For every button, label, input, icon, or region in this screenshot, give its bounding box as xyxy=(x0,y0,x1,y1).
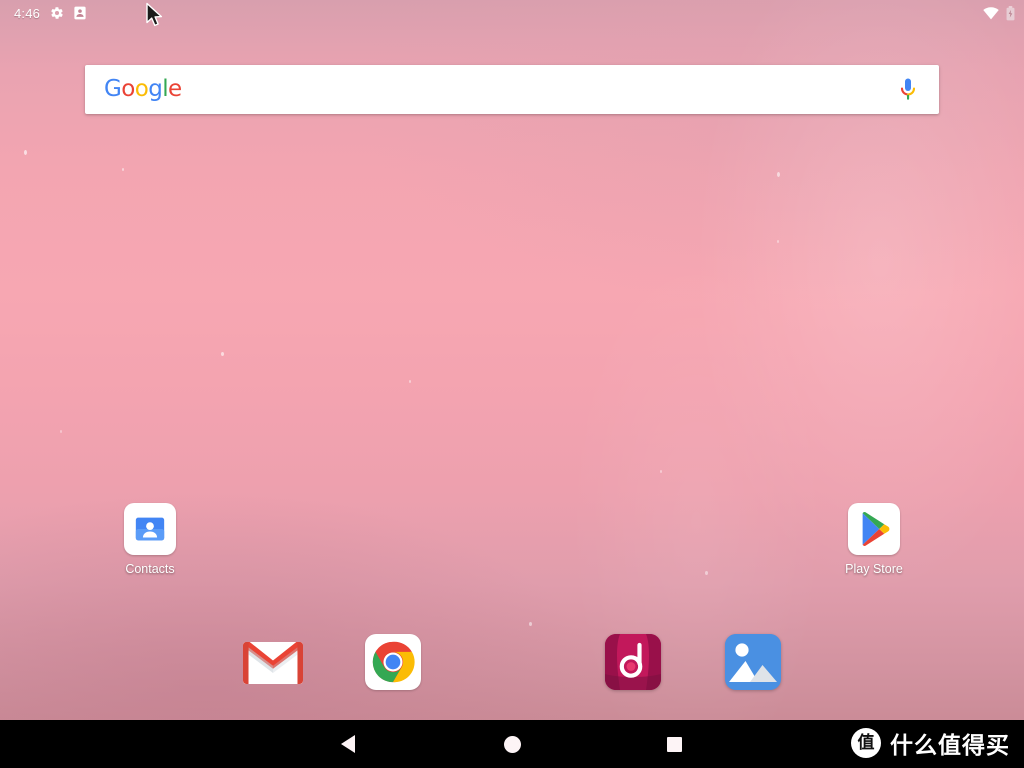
dock-item-gmail[interactable] xyxy=(239,628,307,696)
nav-recents-button[interactable] xyxy=(638,720,710,768)
dock-item-chrome[interactable] xyxy=(359,628,427,696)
status-bar-left: 4:46 xyxy=(14,6,86,21)
app-shortcut-label: Contacts xyxy=(125,562,175,576)
play-store-icon xyxy=(848,503,900,555)
nav-home-button[interactable] xyxy=(476,720,548,768)
app-notification-icon xyxy=(74,6,86,20)
google-logo: Google xyxy=(104,78,182,101)
recents-square-icon xyxy=(666,736,682,752)
dock-item-photos[interactable] xyxy=(719,628,787,696)
status-clock: 4:46 xyxy=(14,5,41,21)
dock-item-music[interactable] xyxy=(599,628,667,696)
google-logo-letter: o xyxy=(121,76,135,102)
status-bar-right xyxy=(983,5,1015,21)
nav-back-button[interactable] xyxy=(312,720,384,768)
google-logo-letter: e xyxy=(168,76,182,102)
chrome-icon xyxy=(365,634,421,690)
battery-icon xyxy=(1006,5,1015,21)
google-search-bar[interactable]: Google xyxy=(85,65,939,114)
android-home-screen: 4:46 G o o g l e Contacts Play Store 值 什… xyxy=(0,0,1024,768)
contacts-icon xyxy=(124,503,176,555)
photos-gallery-icon xyxy=(725,634,781,690)
watermark-text: 什么值得买 xyxy=(890,733,1010,759)
app-shortcut-play-store[interactable]: Play Store xyxy=(820,503,928,577)
status-bar[interactable]: 4:46 xyxy=(0,0,1024,26)
back-triangle-icon xyxy=(341,735,355,753)
watermark: 值 什么值得买 xyxy=(851,726,1010,760)
app-shortcut-label: Play Store xyxy=(845,562,903,576)
wifi-icon xyxy=(983,6,999,20)
google-logo-letter: o xyxy=(134,76,149,102)
gmail-icon xyxy=(243,642,303,684)
google-logo-letter: g xyxy=(148,76,163,102)
voice-search-mic-icon[interactable] xyxy=(895,75,921,105)
home-circle-icon xyxy=(503,735,521,753)
app-shortcut-contacts[interactable]: Contacts xyxy=(96,503,204,577)
dock xyxy=(0,624,1024,700)
settings-gear-icon xyxy=(50,6,64,20)
watermark-badge-icon: 值 xyxy=(851,728,881,758)
google-logo-letter: G xyxy=(104,76,122,102)
music-app-icon xyxy=(605,634,661,690)
